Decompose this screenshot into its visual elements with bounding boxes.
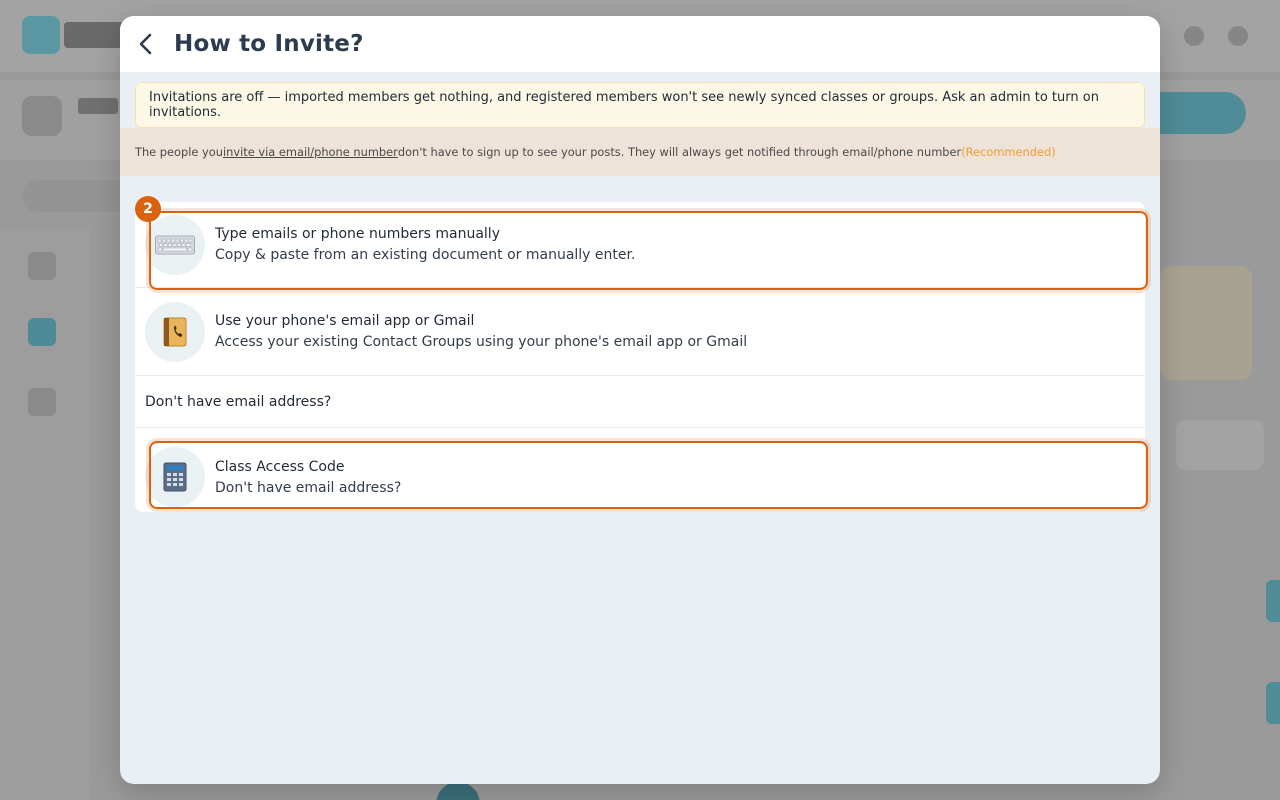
app-logo	[22, 16, 60, 54]
sidebar-home-icon	[28, 252, 56, 280]
recommended-label: (Recommended)	[961, 145, 1056, 159]
chevron-left-icon	[139, 33, 152, 55]
background-sidebar	[0, 230, 90, 800]
option-title: Use your phone's email app or Gmail	[215, 313, 475, 329]
background-chip	[1176, 420, 1264, 470]
invite-link[interactable]: invite via email/phone number	[223, 145, 398, 159]
option-subtitle: Copy & paste from an existing document o…	[215, 247, 636, 263]
info-strip: The people you invite via email/phone nu…	[120, 128, 1160, 176]
app-logo-text	[64, 22, 124, 48]
background-edge-button	[1266, 682, 1280, 724]
option-phone-email-app[interactable]: Use your phone's email app or Gmail Acce…	[135, 288, 1145, 376]
modal-title: How to Invite?	[174, 31, 364, 57]
step-badge: 2	[135, 196, 161, 222]
notification-icon	[1184, 26, 1204, 46]
option-class-access-code[interactable]: Class Access Code Don't have email addre…	[135, 442, 1145, 512]
calculator-icon-circle	[145, 447, 205, 507]
option-title: Type emails or phone numbers manually	[215, 226, 500, 242]
class-title	[78, 98, 118, 114]
keyboard-icon	[155, 235, 195, 254]
option-text: Type emails or phone numbers manually Co…	[215, 224, 635, 265]
option-type-manually[interactable]: Type emails or phone numbers manually Co…	[135, 202, 1145, 288]
background-edge-button	[1266, 580, 1280, 622]
background-search	[22, 180, 132, 212]
invite-modal: How to Invite? Invitations are off — imp…	[120, 16, 1160, 784]
modal-header: How to Invite?	[120, 16, 1160, 72]
no-email-header: Don't have email address?	[135, 376, 1145, 428]
info-prefix: The people you	[135, 145, 223, 159]
invite-options-card: Type emails or phone numbers manually Co…	[135, 202, 1145, 512]
class-avatar	[22, 96, 62, 136]
option-subtitle: Access your existing Contact Groups usin…	[215, 334, 748, 350]
keyboard-icon-circle	[145, 214, 205, 275]
sidebar-settings-icon	[28, 388, 56, 416]
option-text: Class Access Code Don't have email addre…	[215, 457, 401, 498]
background-avatar	[436, 782, 480, 800]
address-book-icon-circle	[145, 301, 205, 362]
option-text: Use your phone's email app or Gmail Acce…	[215, 311, 747, 352]
option-subtitle: Don't have email address?	[215, 479, 402, 496]
option-title: Class Access Code	[215, 458, 345, 475]
info-suffix: don't have to sign up to see your posts.…	[397, 145, 962, 159]
address-book-icon	[163, 317, 187, 346]
calculator-icon	[163, 462, 187, 492]
profile-icon	[1228, 26, 1248, 46]
back-button[interactable]	[130, 28, 162, 60]
background-card	[1160, 266, 1252, 380]
sidebar-members-icon	[28, 318, 56, 346]
invitations-off-warning: Invitations are off — imported members g…	[135, 82, 1145, 128]
